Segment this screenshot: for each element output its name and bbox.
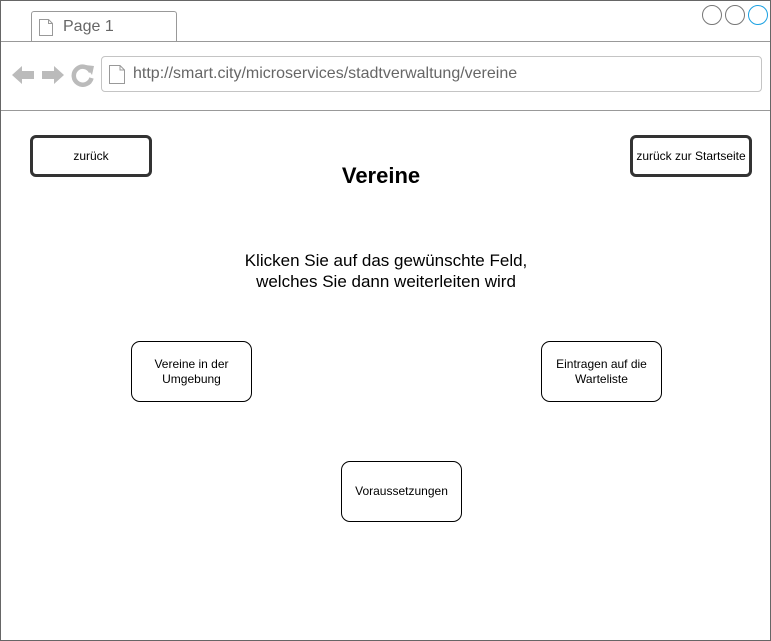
back-button-label: zurück [73, 149, 109, 163]
home-button[interactable]: zurück zur Startseite [630, 135, 752, 177]
requirements-button[interactable]: Voraussetzungen [341, 461, 462, 522]
reload-icon[interactable] [71, 63, 95, 87]
url-text: http://smart.city/microservices/stadtver… [133, 65, 518, 82]
forward-arrow-icon[interactable] [41, 63, 65, 87]
minimize-icon[interactable] [702, 5, 722, 25]
tab-label: Page 1 [63, 18, 114, 35]
address-bar[interactable]: http://smart.city/microservices/stadtver… [101, 56, 762, 92]
back-arrow-icon[interactable] [11, 63, 35, 87]
tile-label: Eintragen auf die [556, 356, 647, 371]
tile-label: Voraussetzungen [355, 484, 448, 498]
clubs-nearby-button[interactable]: Vereine in der Umgebung [131, 341, 252, 402]
back-button[interactable]: zurück [30, 135, 152, 177]
home-button-label: zurück zur Startseite [636, 149, 746, 163]
navigation-bar: http://smart.city/microservices/stadtver… [1, 42, 770, 110]
window-controls [702, 5, 768, 25]
title-bar: Page 1 [1, 1, 770, 42]
page-icon [109, 65, 125, 84]
waitlist-signup-button[interactable]: Eintragen auf die Warteliste [541, 341, 662, 402]
instruction-line: welches Sie dann weiterleiten wird [256, 272, 516, 291]
page-icon [39, 19, 53, 36]
maximize-icon[interactable] [725, 5, 745, 25]
close-icon[interactable] [748, 5, 768, 25]
instruction-line: Klicken Sie auf das gewünschte Feld, [244, 251, 528, 270]
divider [1, 110, 770, 111]
page-title: Vereine [341, 163, 421, 188]
instruction-text: Klicken Sie auf das gewünschte Feld, wel… [186, 250, 586, 292]
browser-window: Page 1 http://smart.city/microservices/s… [0, 0, 771, 641]
tile-label: Warteliste [575, 371, 628, 386]
browser-tab[interactable]: Page 1 [31, 11, 177, 42]
tile-label: Vereine in der [154, 356, 229, 371]
tile-label: Umgebung [162, 371, 221, 386]
